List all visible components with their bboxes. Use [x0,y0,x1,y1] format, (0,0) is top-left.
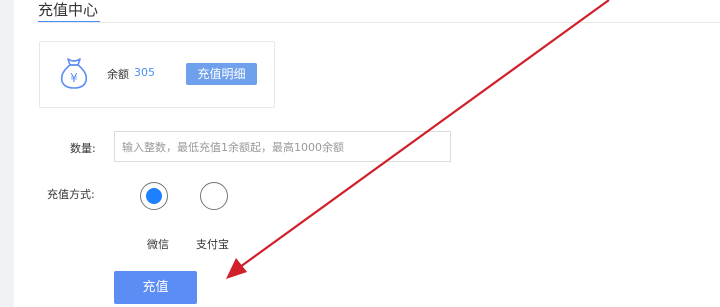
wechat-radio[interactable] [140,182,168,210]
payment-method-label: 充值方式: [47,188,95,201]
page-title: 充值中心 [38,1,99,19]
balance-label: 余额 [107,68,129,81]
radio-selected-dot [146,188,162,204]
wechat-option-label: 微信 [147,238,169,251]
yen-symbol: ¥ [70,71,78,85]
alipay-radio[interactable] [200,182,228,210]
money-bag-icon: ¥ [60,58,88,89]
quantity-input[interactable]: 输入整数，最低充值1余额起，最高1000余额 [114,131,451,162]
alipay-option-label: 支付宝 [196,238,229,251]
recharge-submit-button[interactable]: 充值 [114,271,197,304]
balance-value: 305 [134,66,155,79]
left-sidebar-strip [0,0,14,307]
quantity-label: 数量: [70,142,96,155]
header-divider [38,22,720,23]
recharge-details-button[interactable]: 充值明细 [186,63,257,85]
annotation-arrow-head [226,258,247,279]
